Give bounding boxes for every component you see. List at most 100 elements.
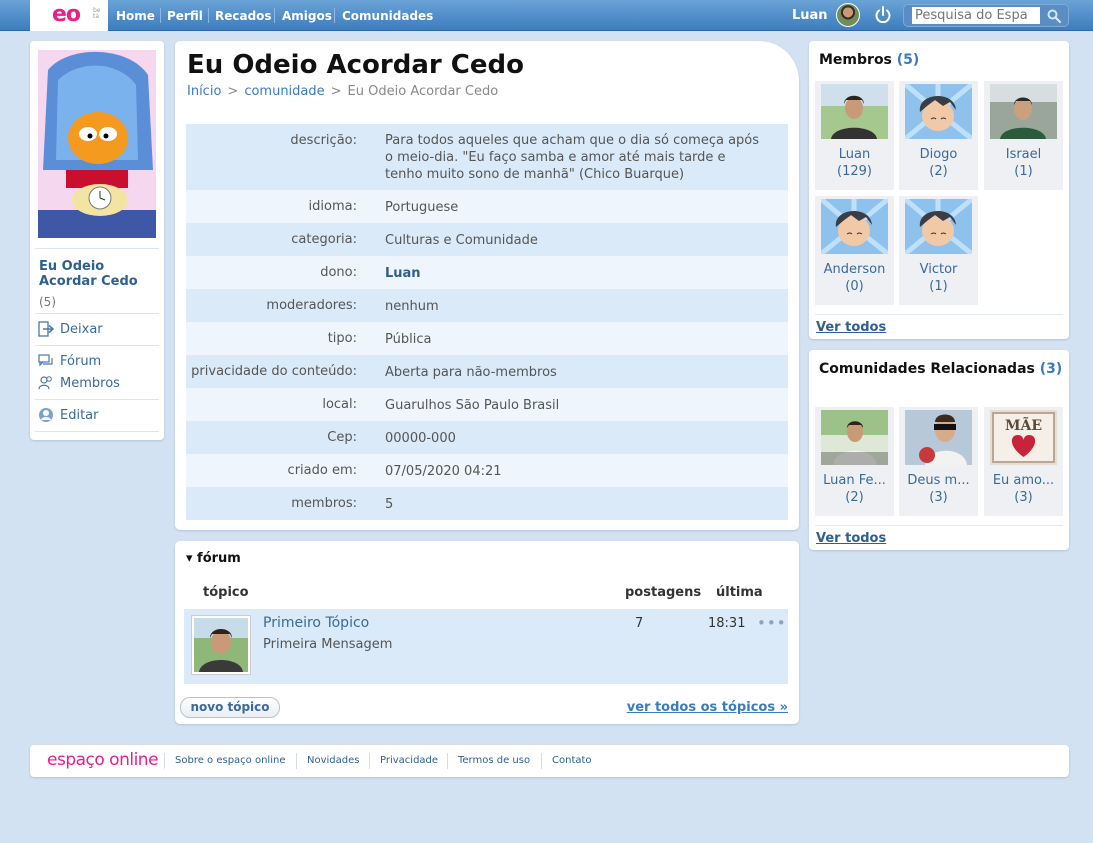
info-key: Cep: bbox=[327, 430, 357, 445]
related-community-tile[interactable]: MÃE Eu amo... (3) bbox=[984, 407, 1063, 516]
new-topic-button[interactable]: novo tópico bbox=[180, 697, 280, 718]
power-icon[interactable] bbox=[873, 5, 893, 25]
info-value: Culturas e Comunidade bbox=[385, 233, 538, 248]
search-box bbox=[903, 4, 1069, 27]
logo-text: eo bbox=[52, 2, 81, 27]
topic-last-time: 18:31 bbox=[708, 616, 746, 631]
member-tile[interactable]: Anderson (0) bbox=[815, 196, 894, 305]
info-value: 00000-000 bbox=[385, 431, 456, 446]
member-name: Diogo bbox=[919, 147, 958, 162]
info-row-location: local: Guarulhos São Paulo Brasil bbox=[186, 388, 788, 421]
related-community-tile[interactable]: Deus m... (3) bbox=[899, 407, 978, 516]
related-community-name: Luan Fe... bbox=[823, 473, 886, 488]
divider bbox=[815, 314, 1063, 315]
member-tile[interactable]: Diogo (2) bbox=[899, 81, 978, 190]
info-key: categoria: bbox=[291, 232, 357, 247]
footer-link-about[interactable]: Sobre o espaço online bbox=[175, 755, 285, 766]
member-tile[interactable]: Victor (1) bbox=[899, 196, 978, 305]
info-key: local: bbox=[322, 397, 357, 412]
breadcrumb-separator: > bbox=[227, 84, 239, 99]
member-photo bbox=[821, 84, 888, 139]
community-member-count: (5) bbox=[39, 295, 56, 309]
info-table: descrição: Para todos aqueles que acham … bbox=[186, 124, 788, 520]
footer-link-contact[interactable]: Contato bbox=[552, 755, 592, 766]
info-key: privacidade do conteúdo: bbox=[191, 364, 357, 379]
nav-home[interactable]: Home bbox=[116, 9, 155, 23]
footer-divider bbox=[296, 753, 297, 769]
breadcrumb-home[interactable]: Início bbox=[187, 84, 221, 99]
members-icon bbox=[38, 376, 52, 390]
see-all-related-link[interactable]: Ver todos bbox=[816, 531, 886, 546]
member-tile[interactable]: Israel (1) bbox=[984, 81, 1063, 190]
member-friend-count: (0) bbox=[845, 279, 864, 294]
footer: espaço online Sobre o espaço online Novi… bbox=[30, 745, 1069, 777]
info-value: Portuguese bbox=[385, 200, 459, 215]
footer-link-news[interactable]: Novidades bbox=[307, 755, 359, 766]
info-value: nenhum bbox=[385, 299, 439, 314]
leave-community-link[interactable]: Deixar bbox=[38, 321, 148, 339]
forum-topic-row[interactable]: Primeiro Tópico Primeira Mensagem 7 18:3… bbox=[184, 609, 788, 684]
info-value: Aberta para não-membros bbox=[385, 365, 557, 380]
community-photo[interactable] bbox=[38, 50, 156, 238]
forum-link[interactable]: Fórum bbox=[38, 353, 148, 371]
info-row-category: categoria: Culturas e Comunidade bbox=[186, 223, 788, 256]
info-key: dono: bbox=[320, 265, 357, 280]
footer-logo[interactable]: espaço online bbox=[47, 750, 159, 770]
members-link[interactable]: Membros bbox=[38, 375, 148, 393]
related-community-count: (2) bbox=[845, 490, 864, 505]
info-key: criado em: bbox=[287, 463, 357, 478]
topic-author-avatar[interactable] bbox=[191, 615, 251, 675]
related-communities-card: Comunidades Relacionadas (3) Luan Fe... … bbox=[809, 350, 1069, 550]
edit-label: Editar bbox=[60, 408, 99, 423]
info-row-description: descrição: Para todos aqueles que acham … bbox=[186, 124, 788, 190]
search-input[interactable] bbox=[912, 7, 1040, 24]
footer-link-terms[interactable]: Termos de uso bbox=[458, 755, 530, 766]
info-value: Para todos aqueles que acham que o dia s… bbox=[385, 133, 760, 182]
nav-scraps[interactable]: Recados bbox=[215, 9, 272, 23]
member-friend-count: (1) bbox=[1014, 164, 1033, 179]
logo-beta-label: be ta bbox=[93, 7, 101, 20]
nav-friends[interactable]: Amigos bbox=[282, 9, 332, 23]
page-title: Eu Odeio Acordar Cedo bbox=[187, 50, 524, 80]
column-last: última bbox=[716, 585, 763, 600]
nav-divider bbox=[274, 8, 275, 23]
owner-link[interactable]: Luan bbox=[385, 265, 421, 282]
see-all-members-link[interactable]: Ver todos bbox=[816, 320, 886, 335]
member-tile[interactable]: Luan (129) bbox=[815, 81, 894, 190]
leave-icon bbox=[38, 321, 54, 337]
nav-divider bbox=[160, 8, 161, 23]
forum-toggle[interactable]: ▾ fórum bbox=[186, 551, 241, 566]
more-options-icon[interactable]: ••• bbox=[757, 614, 787, 632]
search-icon[interactable] bbox=[1047, 9, 1061, 23]
nav-divider bbox=[208, 8, 209, 23]
breadcrumb-community[interactable]: comunidade bbox=[244, 84, 324, 99]
breadcrumb: Início > comunidade > Eu Odeio Acordar Cedo bbox=[187, 84, 498, 99]
member-name: Luan bbox=[838, 147, 871, 162]
edit-community-link[interactable]: Editar bbox=[38, 407, 148, 425]
logo[interactable]: eo be ta bbox=[30, 0, 108, 31]
footer-link-privacy[interactable]: Privacidade bbox=[380, 755, 438, 766]
info-row-postal-code: Cep: 00000-000 bbox=[186, 421, 788, 454]
breadcrumb-current: Eu Odeio Acordar Cedo bbox=[347, 84, 499, 99]
footer-divider bbox=[164, 753, 165, 769]
topic-post-count: 7 bbox=[635, 616, 644, 631]
related-title-text: Comunidades Relacionadas bbox=[819, 361, 1035, 377]
members-card: Membros (5) Luan (129) Diogo (2) Israel … bbox=[809, 41, 1069, 339]
topic-title-link[interactable]: Primeiro Tópico bbox=[263, 615, 369, 631]
related-community-tile[interactable]: Luan Fe... (2) bbox=[815, 407, 894, 516]
all-topics-link[interactable]: ver todos os tópicos » bbox=[627, 700, 788, 715]
edit-icon bbox=[39, 408, 53, 422]
leave-label: Deixar bbox=[60, 322, 103, 337]
nav-communities[interactable]: Comunidades bbox=[342, 9, 433, 23]
info-row-created: criado em: 07/05/2020 04:21 bbox=[186, 454, 788, 487]
forum-label: Fórum bbox=[60, 354, 102, 369]
info-key: moderadores: bbox=[266, 298, 357, 313]
column-posts: postagens bbox=[625, 585, 702, 600]
nav-profile[interactable]: Perfil bbox=[167, 9, 203, 23]
footer-divider bbox=[447, 753, 448, 769]
info-value: Guarulhos São Paulo Brasil bbox=[385, 398, 560, 413]
member-photo bbox=[905, 199, 972, 254]
user-name[interactable]: Luan bbox=[792, 8, 828, 23]
user-avatar[interactable] bbox=[836, 3, 860, 27]
community-name-link[interactable]: Eu Odeio Acordar Cedo bbox=[39, 259, 149, 289]
